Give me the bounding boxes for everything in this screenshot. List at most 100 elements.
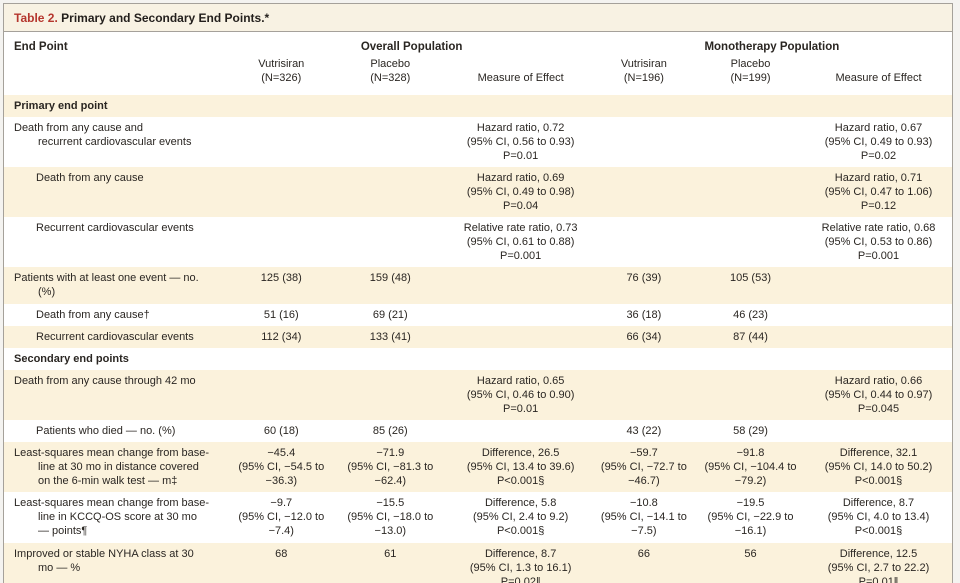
value-cell <box>696 166 806 218</box>
value-cell: 51 (16) <box>231 303 332 326</box>
table-title-bar: Table 2. Primary and Secondary End Point… <box>4 4 952 32</box>
measure-cell: Hazard ratio, 0.66 (95% CI, 0.44 to 0.97… <box>805 369 952 420</box>
value-cell <box>696 116 806 167</box>
endpoint-label: Patients who died — no. (%) <box>36 425 176 437</box>
endpoint-label-cell: Death from any cause and recurrent cardi… <box>4 116 232 167</box>
value-cell: 56 <box>696 542 806 583</box>
measure-cell: Difference, 12.5 (95% CI, 2.7 to 22.2) P… <box>805 542 952 583</box>
measure-cell: Hazard ratio, 0.65 (95% CI, 0.46 to 0.90… <box>449 369 592 420</box>
value-cell <box>331 369 450 420</box>
value-cell: −91.8 (95% CI, −104.4 to −79.2) <box>696 442 806 493</box>
column-header-placebo-mono: Placebo (N=199) <box>696 55 806 95</box>
value-cell <box>696 217 806 268</box>
value-cell: 87 (44) <box>696 325 806 348</box>
table-row: Death from any cause† 51 (16) 69 (21) 36… <box>4 303 952 326</box>
table-row: Death from any cause Hazard ratio, 0.69 … <box>4 166 952 218</box>
table-header: End Point Overall Population Monotherapy… <box>4 32 952 95</box>
group-header-overall: Overall Population <box>231 32 592 55</box>
measure-cell: Difference, 8.7 (95% CI, 1.3 to 16.1) P=… <box>449 542 592 583</box>
value-cell <box>696 369 806 420</box>
table-row: Recurrent cardiovascular events 112 (34)… <box>4 325 952 348</box>
table-row: Improved or stable NYHA class at 30 mo —… <box>4 542 952 583</box>
group-header-monotherapy: Monotherapy Population <box>591 32 952 55</box>
table-frame: Table 2. Primary and Secondary End Point… <box>3 3 953 583</box>
table-title-text: Primary and Secondary End Points.* <box>61 11 270 25</box>
value-cell <box>331 166 450 218</box>
measure-cell <box>449 420 592 443</box>
endpoint-label: Least-squares mean change from base- lin… <box>14 447 210 488</box>
endpoint-label: Death from any cause through 42 mo <box>14 374 196 387</box>
page: Table 2. Primary and Secondary End Point… <box>0 0 960 583</box>
value-cell: 133 (41) <box>331 325 450 348</box>
value-cell: −71.9 (95% CI, −81.3 to −62.4) <box>331 442 450 493</box>
endpoint-label-cell: Least-squares mean change from base- lin… <box>4 492 232 543</box>
value-cell <box>231 217 332 268</box>
endpoints-table: End Point Overall Population Monotherapy… <box>4 32 952 583</box>
endpoint-label-cell: Recurrent cardiovascular events <box>4 217 232 268</box>
measure-cell: Hazard ratio, 0.69 (95% CI, 0.49 to 0.98… <box>449 166 592 218</box>
value-cell: 66 <box>591 542 696 583</box>
measure-cell: Difference, 32.1 (95% CI, 14.0 to 50.2) … <box>805 442 952 493</box>
endpoint-label: Death from any cause and recurrent cardi… <box>14 121 192 148</box>
table-row: Death from any cause and recurrent cardi… <box>4 116 952 167</box>
value-cell: 125 (38) <box>231 267 332 304</box>
value-cell: 36 (18) <box>591 303 696 326</box>
table-row: Recurrent cardiovascular events Relative… <box>4 217 952 268</box>
value-cell: −15.5 (95% CI, −18.0 to −13.0) <box>331 492 450 543</box>
measure-cell <box>449 303 592 326</box>
measure-cell <box>449 325 592 348</box>
column-header-vutrisiran-overall: Vutrisiran (N=326) <box>231 55 332 95</box>
table-row: Least-squares mean change from base- lin… <box>4 442 952 493</box>
measure-cell <box>449 267 592 304</box>
endpoint-label: Death from any cause <box>36 171 144 184</box>
endpoint-label-cell: Death from any cause <box>4 166 232 218</box>
value-cell <box>591 369 696 420</box>
value-cell: 69 (21) <box>331 303 450 326</box>
measure-cell: Hazard ratio, 0.72 (95% CI, 0.56 to 0.93… <box>449 116 592 167</box>
table-row: Patients with at least one event — no. (… <box>4 267 952 304</box>
measure-cell <box>805 325 952 348</box>
measure-cell: Difference, 5.8 (95% CI, 2.4 to 9.2) P<0… <box>449 492 592 543</box>
value-cell: 43 (22) <box>591 420 696 443</box>
measure-cell: Difference, 26.5 (95% CI, 13.4 to 39.6) … <box>449 442 592 493</box>
value-cell: −9.7 (95% CI, −12.0 to −7.4) <box>231 492 332 543</box>
measure-cell: Hazard ratio, 0.67 (95% CI, 0.49 to 0.93… <box>805 116 952 167</box>
section-row: Secondary end points <box>4 347 952 370</box>
column-header-vutrisiran-mono: Vutrisiran (N=196) <box>591 55 696 95</box>
value-cell: 60 (18) <box>231 420 332 443</box>
endpoint-label-cell: Patients who died — no. (%) <box>4 420 232 443</box>
value-cell: 159 (48) <box>331 267 450 304</box>
value-cell <box>331 217 450 268</box>
value-cell: −45.4 (95% CI, −54.5 to −36.3) <box>231 442 332 493</box>
endpoint-label: Improved or stable NYHA class at 30 mo —… <box>14 547 194 574</box>
table-body: Primary end point Death from any cause a… <box>4 94 952 583</box>
measure-cell <box>805 420 952 443</box>
table-row: Least-squares mean change from base- lin… <box>4 492 952 543</box>
column-header-measure-overall: Measure of Effect <box>449 55 592 95</box>
endpoint-label-cell: Recurrent cardiovascular events <box>4 325 232 348</box>
value-cell: −59.7 (95% CI, −72.7 to −46.7) <box>591 442 696 493</box>
endpoint-label-cell: Death from any cause through 42 mo <box>4 369 232 420</box>
value-cell: −10.8 (95% CI, −14.1 to −7.5) <box>591 492 696 543</box>
section-row: Primary end point <box>4 94 952 117</box>
measure-cell: Relative rate ratio, 0.68 (95% CI, 0.53 … <box>805 217 952 268</box>
value-cell <box>591 217 696 268</box>
value-cell <box>231 116 332 167</box>
endpoint-label-cell: Least-squares mean change from base- lin… <box>4 442 232 493</box>
measure-cell: Difference, 8.7 (95% CI, 4.0 to 13.4) P<… <box>805 492 952 543</box>
endpoint-label: Death from any cause† <box>36 308 150 321</box>
endpoint-label: Recurrent cardiovascular events <box>36 222 194 235</box>
value-cell <box>591 166 696 218</box>
endpoint-label-cell: Improved or stable NYHA class at 30 mo —… <box>4 542 232 583</box>
value-cell: 58 (29) <box>696 420 806 443</box>
section-label: Secondary end points <box>4 347 952 370</box>
section-label: Primary end point <box>4 94 952 117</box>
endpoint-label: Least-squares mean change from base- lin… <box>14 497 210 538</box>
value-cell: 112 (34) <box>231 325 332 348</box>
value-cell: 66 (34) <box>591 325 696 348</box>
value-cell: 68 <box>231 542 332 583</box>
measure-cell <box>805 303 952 326</box>
value-cell: −19.5 (95% CI, −22.9 to −16.1) <box>696 492 806 543</box>
value-cell: 76 (39) <box>591 267 696 304</box>
value-cell: 61 <box>331 542 450 583</box>
